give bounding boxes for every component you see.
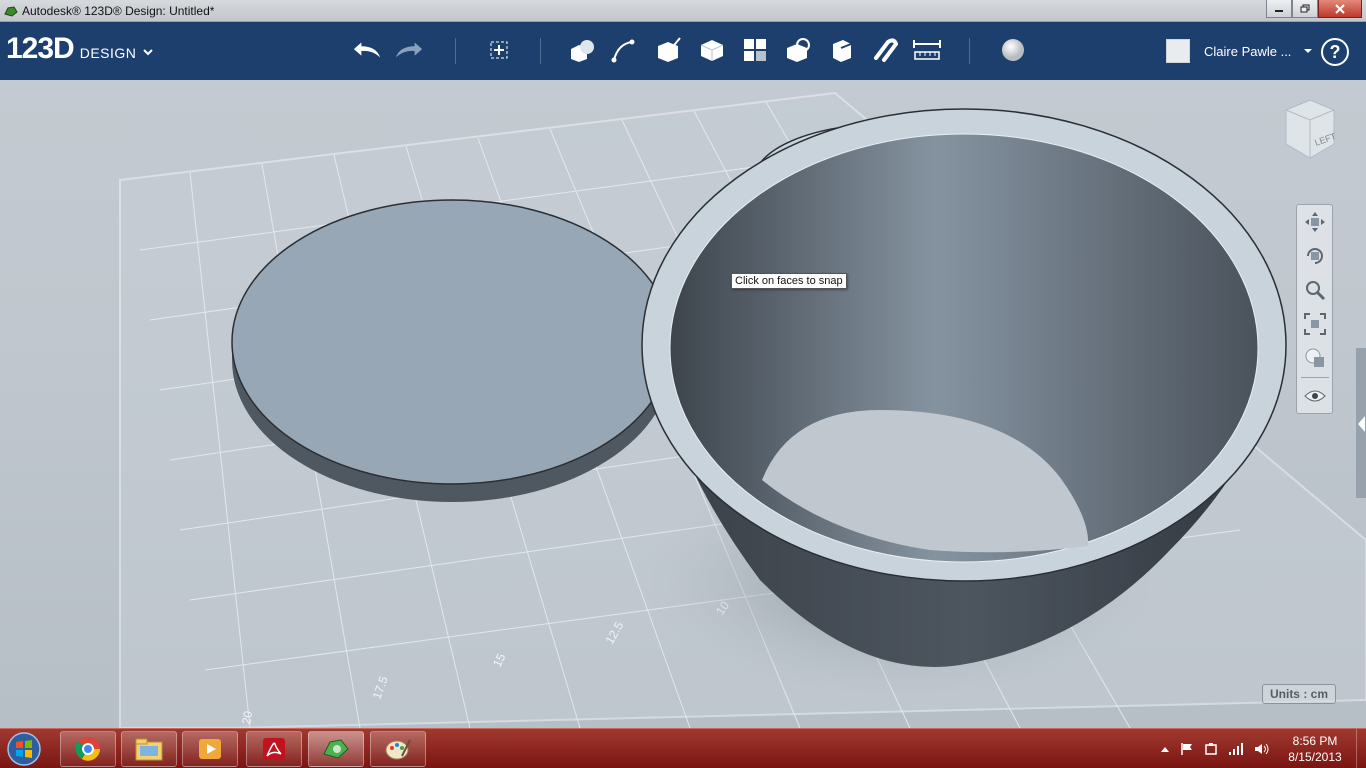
pan-button[interactable]: [1302, 209, 1328, 235]
123d-design-icon: [323, 739, 349, 759]
title-bar: Autodesk® 123D® Design: Untitled*: [0, 0, 1366, 22]
fit-icon: [1304, 313, 1326, 335]
combine-icon: [833, 40, 852, 62]
zoom-icon: [1306, 281, 1326, 301]
grouping-icon: [787, 38, 810, 62]
media-player-icon: [199, 739, 221, 759]
pan-icon: [1305, 212, 1325, 232]
clock[interactable]: 8:56 PM 8/15/2013: [1280, 733, 1350, 765]
undo-icon: [353, 42, 381, 58]
primitives-button[interactable]: [567, 35, 597, 65]
logo-main: 123D: [6, 32, 75, 65]
zoom-button[interactable]: [1302, 277, 1328, 303]
app-icon: [4, 6, 18, 17]
pattern-icon: [744, 39, 766, 61]
device-icon[interactable]: [1204, 742, 1218, 756]
snap-button[interactable]: [869, 35, 899, 65]
flat-disk: [231, 199, 673, 502]
taskbar-acrobat[interactable]: [246, 731, 302, 767]
file-explorer-icon: [135, 738, 163, 761]
modify-button[interactable]: [697, 35, 727, 65]
orbit-button[interactable]: [1302, 243, 1328, 269]
taskbar-123d-design[interactable]: [308, 731, 364, 767]
taskbar-file-explorer[interactable]: [121, 731, 177, 767]
taskbar-chrome[interactable]: [60, 731, 116, 767]
logo-sub: DESIGN: [79, 45, 137, 61]
minimize-icon: [1275, 9, 1283, 12]
transform-button[interactable]: [484, 35, 514, 65]
units-button[interactable]: Units : cm: [1262, 684, 1336, 704]
avatar: [1166, 39, 1190, 63]
redo-button[interactable]: [394, 35, 424, 65]
sketch-button[interactable]: [610, 35, 640, 65]
grid-label: 20: [239, 710, 255, 726]
primitives-icon: [571, 40, 594, 62]
acrobat-icon: [263, 738, 285, 760]
modify-icon: [700, 40, 724, 61]
combine-button[interactable]: [826, 35, 856, 65]
show-hidden-icons-icon[interactable]: [1160, 745, 1170, 753]
user-name: Claire Pawle ...: [1204, 43, 1292, 59]
taskbar: 8:56 PM 8/15/2013: [0, 728, 1366, 768]
system-tray: [1160, 739, 1270, 759]
taskbar-paint[interactable]: [370, 731, 426, 767]
navigation-bar: [1296, 204, 1333, 414]
construct-icon: [658, 37, 681, 62]
volume-icon[interactable]: [1254, 742, 1270, 756]
minimize-button[interactable]: [1266, 0, 1292, 18]
material-icon: [1002, 39, 1024, 61]
material-button[interactable]: [998, 35, 1028, 65]
window-title: Autodesk® 123D® Design: Untitled*: [22, 4, 215, 18]
measure-icon: [913, 40, 941, 60]
pattern-button[interactable]: [740, 35, 770, 65]
3d-viewport[interactable]: 20 17.5 15 12.5 10 25 Click on faces: [0, 80, 1366, 728]
app-menu-button[interactable]: 123D DESIGN: [6, 32, 154, 66]
scene-canvas[interactable]: 20 17.5 15 12.5 10 25: [0, 80, 1366, 728]
close-icon: [1335, 3, 1345, 14]
measure-button[interactable]: [912, 35, 942, 65]
snap-tooltip: Click on faces to snap: [731, 273, 847, 289]
paint-icon: [385, 739, 411, 760]
maximize-button[interactable]: [1292, 0, 1318, 18]
restore-icon: [1300, 4, 1310, 13]
show-desktop-button[interactable]: [1356, 729, 1366, 768]
view-cube[interactable]: LEFT: [1280, 98, 1336, 160]
clock-time: 8:56 PM: [1292, 734, 1338, 748]
signal-icon[interactable]: [1228, 742, 1244, 756]
close-button[interactable]: [1318, 0, 1362, 18]
clock-date: 8/15/2013: [1288, 750, 1342, 764]
redo-icon: [395, 42, 423, 58]
transform-icon: [490, 41, 508, 59]
dropdown-arrow-icon: [1304, 49, 1313, 53]
user-menu[interactable]: Claire Pawle ...: [1166, 37, 1313, 65]
flag-icon[interactable]: [1180, 742, 1194, 756]
main-toolbar: 123D DESIGN Claire Pawle ... ?: [0, 22, 1366, 80]
chevron-down-icon: [143, 49, 154, 56]
view-style-button[interactable]: [1302, 345, 1328, 371]
fit-button[interactable]: [1302, 311, 1328, 337]
visibility-icon: [1304, 390, 1326, 402]
undo-button[interactable]: [352, 35, 382, 65]
chevron-left-icon[interactable]: [1356, 414, 1366, 434]
snap-icon: [874, 38, 898, 62]
visibility-button[interactable]: [1302, 383, 1328, 409]
chrome-icon: [75, 737, 100, 761]
help-button[interactable]: ?: [1321, 38, 1349, 66]
construct-button[interactable]: [654, 35, 684, 65]
start-button[interactable]: [4, 731, 44, 767]
sketch-icon: [611, 39, 635, 63]
grouping-button[interactable]: [783, 35, 813, 65]
orbit-icon: [1307, 248, 1323, 264]
taskbar-media-player[interactable]: [182, 731, 238, 767]
view-style-icon: [1305, 348, 1324, 367]
